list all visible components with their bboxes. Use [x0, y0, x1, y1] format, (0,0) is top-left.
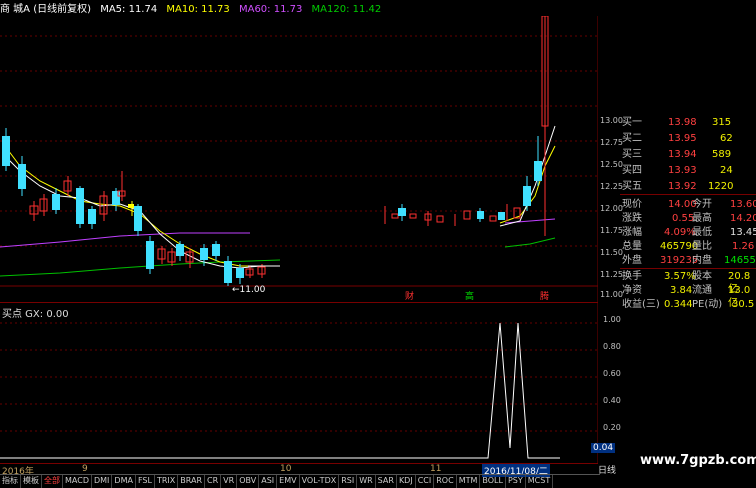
high-val: 14.20 — [730, 213, 756, 224]
ind-tick: 0.40 — [603, 396, 621, 405]
ind-tick: 0.20 — [603, 423, 621, 432]
bid4-vol: 24 — [720, 165, 733, 176]
tab-cci[interactable]: CCI — [416, 475, 435, 488]
candles-left — [2, 128, 280, 286]
tab-psy[interactable]: PSY — [506, 475, 526, 488]
period-tab[interactable]: 日线 — [598, 463, 616, 476]
bid4-price: 13.93 — [668, 165, 697, 176]
tab-mtm[interactable]: MTM — [457, 475, 481, 488]
tab-asi[interactable]: ASI — [259, 475, 278, 488]
pe-val: 30.5 — [732, 299, 755, 310]
low-price-label: ←11.00 — [232, 285, 266, 295]
ma10-label: MA10: 11.73 — [166, 4, 230, 15]
date-sep: 9 — [82, 464, 88, 474]
marker-finance[interactable]: 财 — [405, 290, 414, 302]
float-label: 流通 — [692, 285, 712, 296]
date-oct: 10 — [280, 464, 292, 474]
bid2-vol: 62 — [720, 133, 733, 144]
nav-val: 3.84 — [670, 285, 693, 296]
bid2-label: 买二 — [622, 133, 642, 144]
eps-label: 收益(三) — [622, 299, 660, 310]
tab-obv[interactable]: OBV — [237, 475, 260, 488]
ratio-label: 量比 — [692, 241, 712, 252]
tab-template[interactable]: 模板 — [21, 475, 42, 488]
tab-macd[interactable]: MACD — [63, 475, 92, 488]
tab-wr[interactable]: WR — [357, 475, 376, 488]
turn-val: 3.57% — [664, 271, 696, 282]
now-label: 现价 — [622, 199, 642, 210]
bid1-label: 买一 — [622, 117, 642, 128]
cap-label: 股本 — [692, 271, 712, 282]
in-val: 146555 — [724, 255, 756, 266]
tab-vol-tdx[interactable]: VOL-TDX — [300, 475, 340, 488]
in-label: 内盘 — [692, 255, 712, 266]
chg-label: 涨跌 — [622, 213, 642, 224]
tab-all[interactable]: 全部 — [42, 475, 63, 488]
eps-val: 0.344 — [664, 299, 693, 310]
pct-label: 涨幅 — [622, 227, 642, 238]
date-nov: 11 — [430, 464, 442, 474]
tab-indicator[interactable]: 指标 — [0, 475, 21, 488]
ind-tick: 0.60 — [603, 369, 621, 378]
tab-roc[interactable]: ROC — [434, 475, 457, 488]
price-axis: 13.00 12.75 12.50 12.25 12.00 11.75 11.5… — [600, 110, 623, 300]
bid4-label: 买四 — [622, 165, 642, 176]
pe-label: PE(动) — [692, 299, 723, 310]
watermark: www.7gpzb.com — [640, 453, 756, 468]
ma60-label: MA60: 11.73 — [238, 4, 303, 15]
vol-label: 总量 — [622, 241, 642, 252]
tab-vr[interactable]: VR — [221, 475, 238, 488]
bid3-price: 13.94 — [668, 149, 697, 160]
quote-panel: 买一 13.98 315 买二 13.95 62 买三 13.94 589 买四… — [620, 110, 756, 318]
ratio-val: 1.26 — [732, 241, 755, 252]
bid5-vol: 1220 — [708, 181, 734, 192]
indicator-chart[interactable] — [0, 303, 598, 463]
open-label: 今开 — [692, 199, 712, 210]
bid1-price: 13.98 — [668, 117, 697, 128]
bid2-price: 13.95 — [668, 133, 697, 144]
nav-label: 净资 — [622, 285, 642, 296]
indicator-current: 0.04 — [591, 443, 616, 453]
indicator-tabs: 指标 模板 全部 MACD DMI DMA FSL TRIX BRAR CR V… — [0, 474, 600, 488]
float-val: 13.0亿 — [728, 285, 751, 309]
pct-val: 4.09% — [664, 227, 696, 238]
high-label: 最高 — [692, 213, 712, 224]
ind-tick: 0.80 — [603, 342, 621, 351]
tab-brar[interactable]: BRAR — [178, 475, 206, 488]
low-label: 最低 — [692, 227, 712, 238]
chg-val: 0.55 — [672, 213, 695, 224]
low-val: 13.45 — [730, 227, 756, 238]
stock-title: 商 城A (日线前复权) — [0, 4, 92, 15]
out-label: 外盘 — [622, 255, 642, 266]
bid1-vol: 315 — [712, 117, 732, 128]
tab-boll[interactable]: BOLL — [480, 475, 506, 488]
turn-label: 换手 — [622, 271, 642, 282]
marker-tencent[interactable]: 腾 — [540, 290, 549, 302]
open-val: 13.60 — [730, 199, 756, 210]
tab-cr[interactable]: CR — [205, 475, 222, 488]
tab-rsi[interactable]: RSI — [339, 475, 358, 488]
cap-val: 20.8亿 — [728, 271, 751, 295]
bid5-price: 13.92 — [668, 181, 697, 192]
bid3-label: 买三 — [622, 149, 642, 160]
ma120-label: MA120: 11.42 — [311, 4, 382, 15]
tab-dma[interactable]: DMA — [112, 475, 136, 488]
tab-emv[interactable]: EMV — [277, 475, 300, 488]
candlestick-chart[interactable]: ←11.00 财 高 腾 — [0, 16, 598, 302]
tab-kdj[interactable]: KDJ — [397, 475, 416, 488]
bid3-vol: 589 — [712, 149, 732, 160]
tab-sar[interactable]: SAR — [376, 475, 397, 488]
tab-fsl[interactable]: FSL — [136, 475, 155, 488]
tab-dmi[interactable]: DMI — [92, 475, 113, 488]
candles-right — [384, 16, 549, 236]
ma5-label: MA5: 11.74 — [100, 4, 158, 15]
ind-tick: 1.00 — [603, 315, 621, 324]
bid5-label: 买五 — [622, 181, 642, 192]
tab-mcst[interactable]: MCST — [526, 475, 554, 488]
date-axis: 2016年 9 10 11 2016/11/08/二 — [0, 463, 598, 477]
chart-header: 商 城A (日线前复权) MA5: 11.74 MA10: 11.73 MA60… — [0, 0, 600, 16]
tab-trix[interactable]: TRIX — [155, 475, 179, 488]
marker-high[interactable]: 高 — [465, 290, 474, 302]
